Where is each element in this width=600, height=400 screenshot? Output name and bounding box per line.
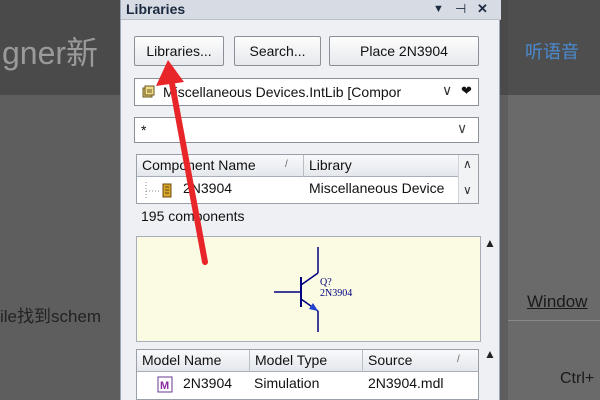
close-icon[interactable]: ✕ (477, 1, 488, 17)
column-header-source[interactable]: Source (363, 350, 478, 372)
svg-text:M: M (160, 380, 169, 392)
component-grid-scrollbar[interactable]: ∧ ∨ (458, 155, 478, 203)
pin-icon[interactable]: ⊣ (455, 1, 466, 17)
model-name-cell: 2N3904 (183, 375, 233, 391)
designator-label: Q? (320, 277, 332, 288)
table-row[interactable]: 2N3904 Miscellaneous Device (137, 178, 459, 200)
component-filter-input[interactable]: * ∨ (134, 117, 479, 143)
model-type-cell: Simulation (254, 375, 320, 391)
library-select[interactable]: Miscellaneous Devices.IntLib [Compor ∨ ❤ (134, 78, 479, 106)
filter-value: * (141, 122, 147, 138)
sort-indicator-icon: / (285, 159, 288, 170)
transistor-symbol: Q? 2N3904 (274, 247, 352, 332)
collapse-preview-icon[interactable]: ▲ (484, 236, 496, 250)
library-cell: Miscellaneous Device (309, 180, 445, 196)
model-source-cell: 2N3904.mdl (368, 375, 444, 391)
column-header-model-name[interactable]: Model Name (137, 350, 250, 372)
component-count: 195 components (141, 208, 245, 224)
column-header-label: Library (309, 157, 352, 173)
sort-indicator-icon: / (457, 354, 460, 365)
place-component-button[interactable]: Place 2N3904 (329, 36, 479, 66)
component-name-cell: 2N3904 (183, 180, 233, 196)
component-grid: Component Name / Library 2N3904 Miscella… (136, 154, 479, 204)
column-header-model-type[interactable]: Model Type (250, 350, 363, 372)
panel-title-bar: Libraries ▼ ⊣ ✕ (121, 0, 501, 20)
simulation-model-icon: M (157, 376, 173, 393)
schematic-preview: Q? 2N3904 (136, 236, 481, 342)
search-button[interactable]: Search... (234, 36, 321, 66)
tree-connector-icon (145, 182, 172, 199)
background-left-text: ile找到schem (0, 307, 102, 326)
scroll-down-icon[interactable]: ∨ (463, 183, 472, 197)
column-header-library[interactable]: Library (304, 155, 459, 177)
listen-link[interactable]: 听语音 (525, 38, 579, 64)
filter-chevron-down-icon[interactable]: ∨ (457, 120, 467, 137)
column-header-component-name[interactable]: Component Name (137, 155, 304, 177)
table-row[interactable]: M 2N3904 Simulation 2N3904.mdl (137, 373, 478, 395)
column-header-label: Component Name (142, 157, 256, 173)
window-menu-label[interactable]: Window (527, 292, 587, 312)
model-grid-header: Model Name Model Type Source / (137, 350, 478, 372)
library-icon (142, 85, 155, 98)
chevron-down-icon[interactable]: ∨ (442, 82, 452, 99)
libraries-button[interactable]: Libraries... (134, 36, 224, 66)
libraries-panel: Libraries ▼ ⊣ ✕ Libraries... Search... P… (120, 0, 501, 400)
component-grid-header: Component Name / Library (137, 155, 459, 177)
scroll-up-icon[interactable]: ∧ (463, 157, 472, 171)
panel-menu-icon[interactable]: ▼ (433, 1, 444, 17)
column-header-label: Model Name (142, 352, 222, 368)
background-app-title: gner新 (2, 35, 99, 71)
library-select-value: Miscellaneous Devices.IntLib [Compor (163, 84, 402, 100)
column-header-label: Model Type (255, 352, 328, 368)
column-header-label: Source (368, 352, 413, 368)
favorite-icon[interactable]: ❤ (461, 83, 472, 99)
collapse-models-icon[interactable]: ▲ (484, 347, 496, 361)
model-grid: Model Name Model Type Source / M 2N3904 … (136, 349, 479, 400)
part-label: 2N3904 (320, 288, 352, 299)
background-divider (508, 320, 600, 321)
panel-title: Libraries (126, 1, 186, 17)
shortcut-label: Ctrl+ (560, 370, 595, 387)
